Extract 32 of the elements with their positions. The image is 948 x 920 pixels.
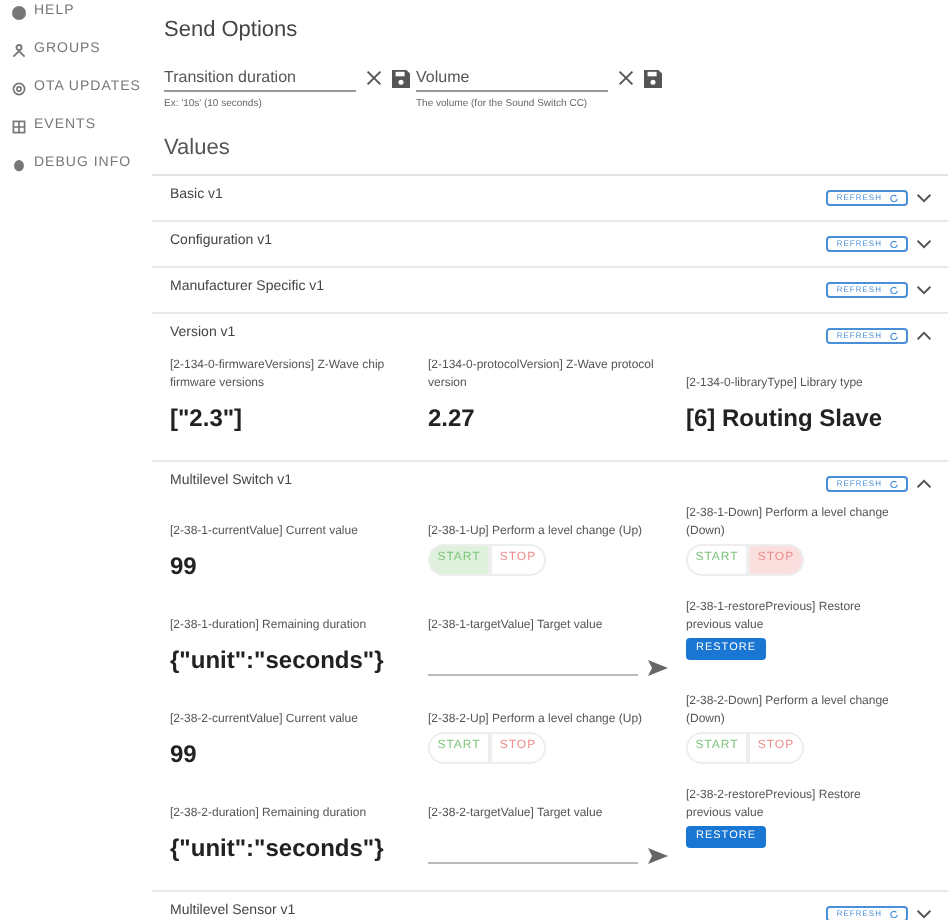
save-icon[interactable]	[392, 69, 410, 87]
chevron-icon[interactable]	[916, 283, 932, 295]
value-text: 99	[170, 549, 199, 583]
section-title: Values	[164, 133, 232, 161]
list-icon	[12, 119, 26, 133]
value-text: [6] Routing Slave	[686, 401, 885, 435]
clear-icon[interactable]	[366, 70, 382, 86]
chevron-icon[interactable]	[916, 191, 932, 203]
value-text: 2.27	[428, 401, 477, 435]
value-text: {"unit":"seconds"}	[170, 643, 386, 677]
save-icon[interactable]	[644, 69, 662, 87]
refresh-icon	[890, 239, 898, 247]
refresh-icon	[890, 193, 898, 201]
input-field[interactable]: Volume	[416, 64, 608, 92]
refresh-icon	[890, 331, 898, 339]
clear-icon[interactable]	[618, 70, 634, 86]
refresh-icon	[890, 479, 898, 487]
refresh-icon	[890, 909, 898, 917]
value-text: 99	[170, 737, 199, 771]
chip-icon	[12, 81, 26, 95]
input-field[interactable]: Transition duration	[164, 64, 356, 92]
refresh-icon	[890, 285, 898, 293]
people-icon	[12, 43, 26, 57]
value-text: {"unit":"seconds"}	[170, 831, 386, 865]
chevron-icon[interactable]	[916, 329, 932, 341]
chevron-icon[interactable]	[916, 237, 932, 249]
send-icon[interactable]	[648, 847, 668, 863]
value-text: ["2.3"]	[170, 401, 245, 435]
chevron-icon[interactable]	[916, 477, 932, 489]
send-icon[interactable]	[648, 659, 668, 675]
section-title: Send Options	[164, 16, 300, 44]
chevron-icon[interactable]	[916, 907, 932, 919]
